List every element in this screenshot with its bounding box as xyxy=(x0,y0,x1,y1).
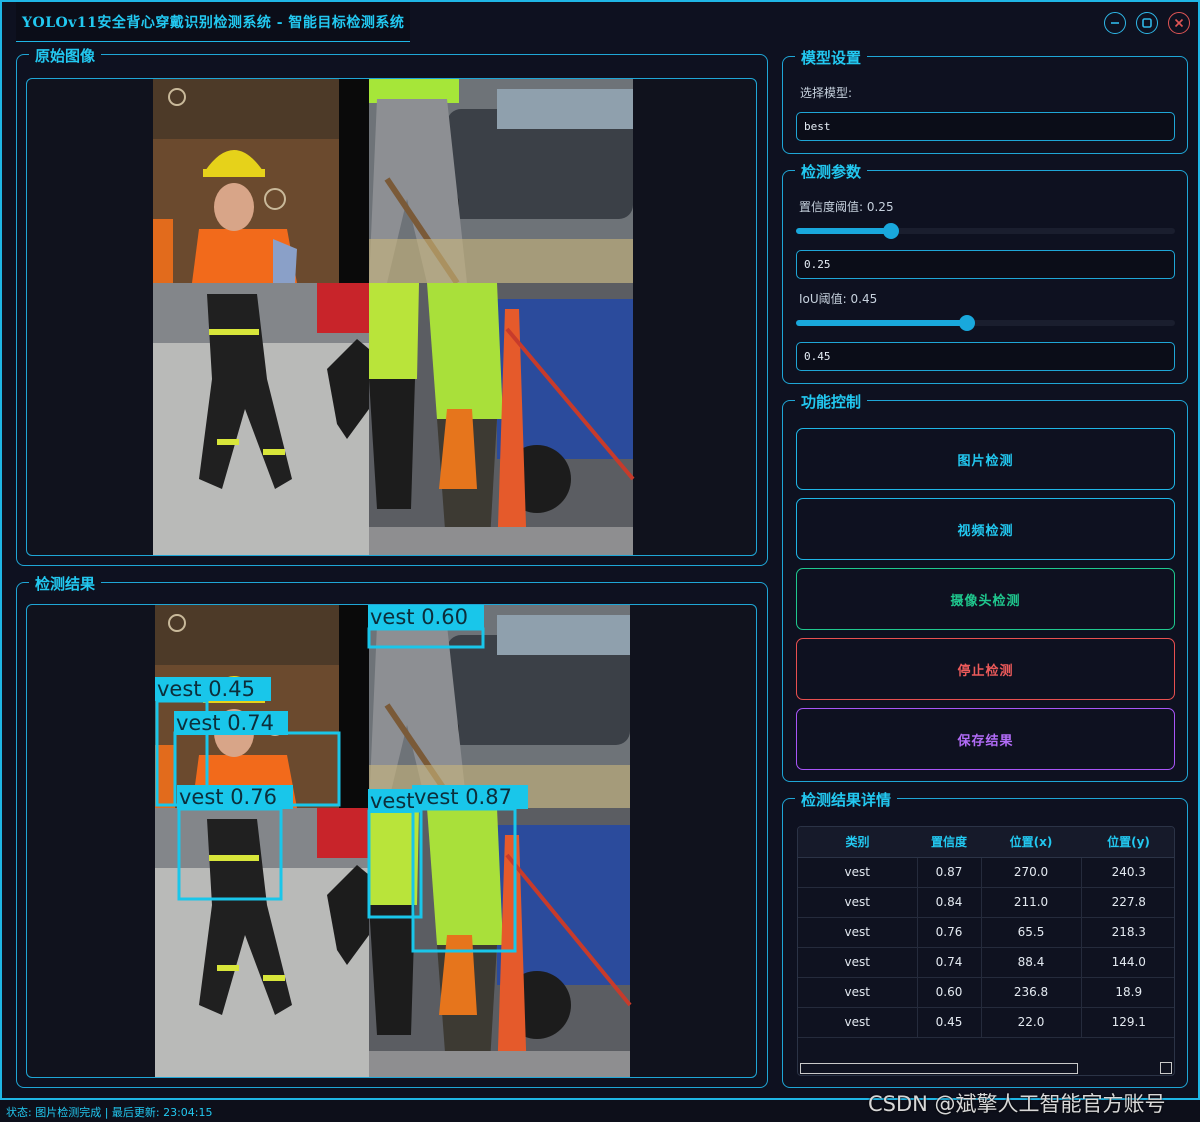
window-title: YOLOv11安全背心穿戴识别检测系统 - 智能目标检测系统 xyxy=(16,2,411,42)
minimize-icon xyxy=(1111,22,1119,24)
confidence-slider[interactable] xyxy=(796,223,1175,239)
table-cell: 240.3 xyxy=(1081,857,1174,888)
iou-slider[interactable] xyxy=(796,315,1175,331)
table-row[interactable]: vest 0.74 88.4 144.0 xyxy=(798,947,1174,978)
save-result-button[interactable]: 保存结果 xyxy=(796,708,1175,770)
iou-slider-handle[interactable] xyxy=(958,315,975,331)
iou-slider-fill xyxy=(796,320,967,326)
watermark-text: CSDN @斌擎人工智能官方账号 xyxy=(868,1092,1166,1116)
details-title: 检测结果详情 xyxy=(795,789,898,810)
confidence-input[interactable]: 0.25 xyxy=(796,250,1175,279)
table-cell: vest xyxy=(798,977,918,1008)
model-settings-title: 模型设置 xyxy=(795,47,868,68)
table-cell: 211.0 xyxy=(981,887,1082,918)
table-cell: 22.0 xyxy=(981,1007,1082,1038)
detection-label: vest xyxy=(370,789,415,813)
result-image-frame: vest 0.45 vest 0.74 vest 0.76 vest 0.60 … xyxy=(26,604,757,1078)
table-cell: 0.45 xyxy=(917,1007,982,1038)
table-row[interactable]: vest 0.60 236.8 18.9 xyxy=(798,977,1174,1008)
table-cell: 129.1 xyxy=(1081,1007,1174,1038)
confidence-label: 置信度阈值: 0.25 xyxy=(799,200,894,214)
table-cell: vest xyxy=(798,947,918,978)
table-cell: 88.4 xyxy=(981,947,1082,978)
result-image-title: 检测结果 xyxy=(29,573,102,594)
controls-title: 功能控制 xyxy=(795,391,868,412)
column-header[interactable]: 位置(y) xyxy=(1081,827,1174,858)
stop-detect-button[interactable]: 停止检测 xyxy=(796,638,1175,700)
model-select-label: 选择模型: xyxy=(800,86,853,100)
title-bar: YOLOv11安全背心穿戴识别检测系统 - 智能目标检测系统 xyxy=(2,2,1198,42)
table-cell: 0.84 xyxy=(917,887,982,918)
app-window: YOLOv11安全背心穿戴识别检测系统 - 智能目标检测系统 原始图像 检测结果… xyxy=(0,0,1200,1100)
table-cell: vest xyxy=(798,917,918,948)
detection-label: vest 0.76 xyxy=(179,785,277,809)
original-image-frame xyxy=(26,78,757,556)
minimize-button[interactable] xyxy=(1104,12,1126,34)
table-row[interactable]: vest 0.45 22.0 129.1 xyxy=(798,1007,1174,1038)
table-cell: vest xyxy=(798,887,918,918)
table-cell: 0.87 xyxy=(917,857,982,888)
column-header[interactable]: 类别 xyxy=(798,827,917,858)
table-row[interactable]: vest 0.76 65.5 218.3 xyxy=(798,917,1174,948)
table-cell: 227.8 xyxy=(1081,887,1174,918)
table-cell: 65.5 xyxy=(981,917,1082,948)
video-detect-button[interactable]: 视频检测 xyxy=(796,498,1175,560)
camera-detect-button[interactable]: 摄像头检测 xyxy=(796,568,1175,630)
detection-label: vest 0.45 xyxy=(157,677,255,701)
model-select[interactable]: best xyxy=(796,112,1175,141)
result-image: vest 0.45 vest 0.74 vest 0.76 vest 0.60 … xyxy=(155,605,632,1077)
table-cell: 218.3 xyxy=(1081,917,1174,948)
scrollbar-thumb[interactable] xyxy=(800,1063,1078,1074)
table-cell: 18.9 xyxy=(1081,977,1174,1008)
table-cell: 144.0 xyxy=(1081,947,1174,978)
close-button[interactable] xyxy=(1168,12,1190,34)
table-cell: 270.0 xyxy=(981,857,1082,888)
maximize-icon xyxy=(1142,18,1152,28)
table-cell: vest xyxy=(798,857,918,888)
detection-label: vest 0.74 xyxy=(176,711,274,735)
maximize-button[interactable] xyxy=(1136,12,1158,34)
confidence-slider-handle[interactable] xyxy=(882,223,899,239)
table-row[interactable]: vest 0.84 211.0 227.8 xyxy=(798,887,1174,918)
close-icon xyxy=(1174,18,1184,28)
detection-label: vest 0.87 xyxy=(414,785,512,809)
details-table: 类别 置信度 位置(x) 位置(y) vest 0.87 270.0 240.3… xyxy=(798,827,1174,1038)
detection-label: vest 0.60 xyxy=(370,605,468,629)
table-cell: 0.76 xyxy=(917,917,982,948)
iou-input[interactable]: 0.45 xyxy=(796,342,1175,371)
original-image-title: 原始图像 xyxy=(29,45,102,66)
image-detect-button[interactable]: 图片检测 xyxy=(796,428,1175,490)
details-table-wrap: 类别 置信度 位置(x) 位置(y) vest 0.87 270.0 240.3… xyxy=(797,826,1175,1076)
scrollbar-corner xyxy=(1160,1062,1172,1074)
column-header[interactable]: 置信度 xyxy=(917,827,981,858)
confidence-slider-fill xyxy=(796,228,891,234)
table-cell: 0.74 xyxy=(917,947,982,978)
original-image xyxy=(153,79,635,555)
horizontal-scrollbar[interactable] xyxy=(798,1061,1174,1075)
table-cell: vest xyxy=(798,1007,918,1038)
table-cell: 236.8 xyxy=(981,977,1082,1008)
table-header-row: 类别 置信度 位置(x) 位置(y) xyxy=(798,827,1174,858)
column-header[interactable]: 位置(x) xyxy=(981,827,1081,858)
table-cell: 0.60 xyxy=(917,977,982,1008)
table-row[interactable]: vest 0.87 270.0 240.3 xyxy=(798,857,1174,888)
detection-params-title: 检测参数 xyxy=(795,161,868,182)
iou-label: IoU阈值: 0.45 xyxy=(799,292,878,306)
